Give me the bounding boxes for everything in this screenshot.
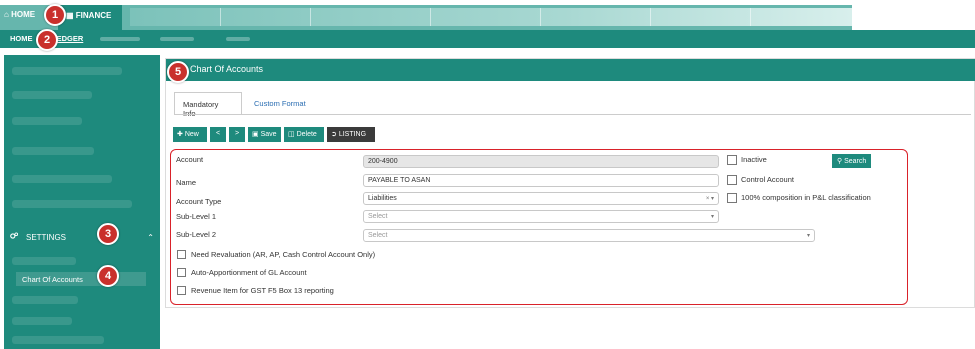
previous-button[interactable]: < — [210, 127, 226, 142]
save-button-label: Save — [260, 131, 277, 138]
top-navigation-bar: ⌂ HOME ▦ FINANCE — [0, 0, 975, 30]
revenue-item-label: Revenue Item for GST F5 Box 13 reporting — [191, 286, 334, 295]
chart-of-accounts-panel: Chart Of Accounts Mandatory Info Custom … — [165, 58, 975, 308]
sidebar-settings-label: SETTINGS — [26, 233, 67, 242]
blurred-sidebar-subitem[interactable] — [12, 296, 78, 304]
annotation-badge-5: 5 — [167, 61, 189, 83]
tab-mandatory-info[interactable]: Mandatory Info — [174, 92, 242, 118]
control-account-checkbox[interactable] — [727, 175, 737, 185]
annotation-badge-3: 3 — [97, 223, 119, 245]
sublevel1-label: Sub-Level 1 — [176, 212, 217, 221]
clear-dropdown-icon[interactable]: × ▾ — [706, 195, 714, 202]
chevron-up-icon: ⌃ — [147, 233, 154, 242]
name-label: Name — [176, 178, 197, 187]
subnav-home[interactable]: HOME — [10, 34, 33, 43]
blurred-sidebar-item[interactable] — [12, 91, 92, 99]
save-button[interactable]: ▣ Save — [248, 127, 281, 142]
external-link-icon: ➲ — [331, 131, 337, 138]
composition-checkbox[interactable] — [727, 193, 737, 203]
name-field[interactable]: PAYABLE TO ASAN — [363, 174, 719, 187]
sublevel2-select[interactable]: Select ▾ — [363, 229, 815, 242]
top-tab-home[interactable]: ⌂ HOME — [4, 10, 35, 19]
blurred-subnav-item — [226, 37, 250, 41]
blurred-sidebar-item[interactable] — [12, 117, 82, 125]
account-label: Account — [176, 155, 204, 164]
blurred-sidebar-item[interactable] — [12, 147, 94, 155]
sidebar-settings-section[interactable]: SETTINGS ⌃ — [10, 230, 156, 246]
delete-button[interactable]: ◫ Delete — [284, 127, 324, 142]
control-account-label: Control Account — [741, 175, 794, 184]
blurred-sidebar-item[interactable] — [12, 200, 132, 208]
top-tab-finance-label: FINANCE — [75, 11, 112, 20]
next-button[interactable]: > — [229, 127, 245, 142]
search-button[interactable]: ⚲ Search — [832, 154, 872, 168]
sidebar-item-label: Chart Of Accounts — [22, 275, 83, 284]
revaluation-label: Need Revaluation (AR, AP, Cash Control A… — [191, 250, 376, 259]
blurred-sidebar-subitem[interactable] — [12, 336, 104, 344]
annotation-badge-4: 4 — [97, 265, 119, 287]
module-subnav: HOME LEDGER — [0, 30, 975, 48]
search-icon: ⚲ — [837, 158, 843, 165]
annotation-badge-2: 2 — [36, 29, 58, 51]
blurred-sidebar-item[interactable] — [12, 175, 112, 183]
blurred-sidebar-item[interactable] — [12, 67, 122, 75]
chevron-down-icon: ▾ — [710, 214, 714, 220]
chevron-down-icon: ▾ — [806, 233, 810, 239]
sublevel2-label: Sub-Level 2 — [176, 230, 217, 239]
auto-apportionment-checkbox[interactable] — [177, 268, 186, 277]
annotation-badge-1: 1 — [44, 4, 66, 26]
home-icon: ⌂ — [4, 10, 9, 19]
sublevel1-select[interactable]: Select ▾ — [363, 210, 719, 223]
sublevel1-placeholder: Select — [368, 213, 388, 220]
composition-label: 100% composition in P&L classification — [741, 193, 871, 202]
auto-apportionment-label: Auto-Apportionment of GL Account — [191, 268, 307, 277]
account-type-label: Account Type — [176, 197, 222, 206]
account-form: Account 200-4900 Name PAYABLE TO ASAN Ac… — [170, 149, 908, 305]
sidebar: SETTINGS ⌃ Chart Of Accounts — [4, 55, 160, 349]
revaluation-checkbox[interactable] — [177, 250, 186, 259]
sidebar-item-chart-of-accounts[interactable]: Chart Of Accounts — [16, 272, 146, 286]
floppy-icon: ▣ — [252, 131, 259, 138]
tab-custom-format[interactable]: Custom Format — [246, 92, 316, 114]
listing-button-label: LISTING — [338, 131, 367, 138]
top-tab-home-label: HOME — [11, 10, 36, 19]
gears-icon — [10, 232, 18, 239]
top-tab-finance[interactable]: ▦ FINANCE — [58, 5, 122, 30]
blurred-subnav-item — [160, 37, 194, 41]
search-button-label: Search — [844, 158, 867, 165]
blurred-sidebar-subitem[interactable] — [12, 257, 76, 265]
new-button[interactable]: ✚ New — [173, 127, 207, 142]
account-field: 200-4900 — [363, 155, 719, 168]
blurred-sidebar-subitem[interactable] — [12, 317, 72, 325]
plus-icon: ✚ — [177, 131, 183, 138]
revenue-item-checkbox[interactable] — [177, 286, 186, 295]
account-type-select[interactable]: Liabilities × ▾ — [363, 192, 719, 205]
delete-button-label: Delete — [296, 131, 317, 138]
trash-icon: ◫ — [288, 131, 295, 138]
page-title: Chart Of Accounts — [166, 59, 975, 81]
sublevel2-placeholder: Select — [368, 232, 388, 239]
blurred-subnav-item — [100, 37, 140, 41]
inactive-checkbox[interactable] — [727, 155, 737, 165]
inactive-label: Inactive — [741, 155, 767, 164]
new-button-label: New — [184, 131, 199, 138]
account-type-value: Liabilities — [368, 195, 397, 202]
listing-button[interactable]: ➲ LISTING — [327, 127, 375, 142]
blurred-module-tabs — [130, 8, 852, 26]
tab-divider — [174, 114, 971, 115]
bank-icon: ▦ — [66, 11, 74, 20]
